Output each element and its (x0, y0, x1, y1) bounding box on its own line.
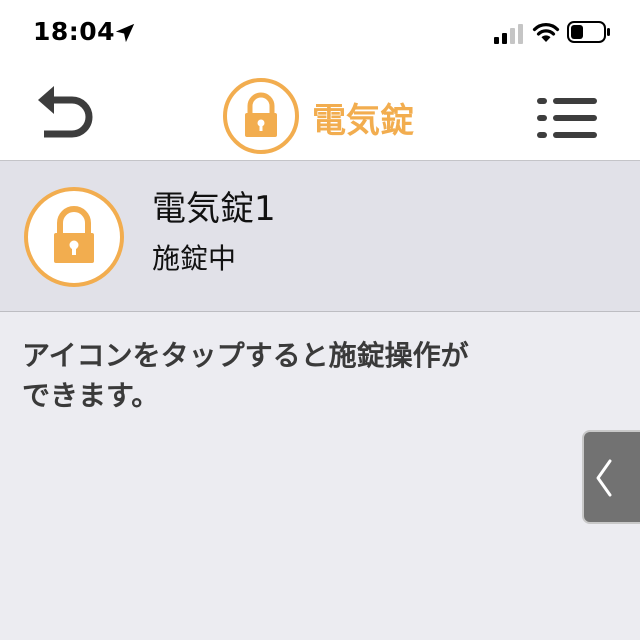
list-menu-icon (537, 98, 597, 138)
hint-line-1: アイコンをタップすると施錠操作が (22, 339, 469, 372)
side-drawer-tab[interactable] (582, 430, 640, 524)
back-arrow-icon (38, 86, 93, 138)
device-name: 電気錠1 (152, 189, 276, 229)
chevron-left-icon (596, 459, 612, 497)
page-title: 電気錠 (312, 101, 414, 141)
title-lock-icon (223, 78, 299, 154)
cellular-signal-icon (494, 24, 523, 44)
hint-line-2: できます。 (22, 379, 160, 412)
device-lock-button[interactable] (22, 185, 126, 289)
hint-text: アイコンをタップすると施錠操作が できます。 (22, 336, 562, 416)
status-bar: 18:04 (0, 0, 640, 66)
nav-bar: 電気錠 (0, 66, 640, 161)
menu-button[interactable] (533, 96, 601, 140)
screen: 18:04 電気錠 電気錠1 施錠中 アイコンをタップすると施錠操作が できます… (0, 0, 640, 640)
location-arrow-icon (115, 23, 135, 43)
lock-icon (24, 187, 124, 287)
back-button[interactable] (30, 86, 98, 142)
device-row: 電気錠1 施錠中 (0, 161, 640, 312)
wifi-icon (532, 23, 560, 42)
device-status: 施錠中 (152, 242, 237, 275)
status-time: 18:04 (33, 17, 116, 46)
battery-icon (567, 21, 610, 43)
